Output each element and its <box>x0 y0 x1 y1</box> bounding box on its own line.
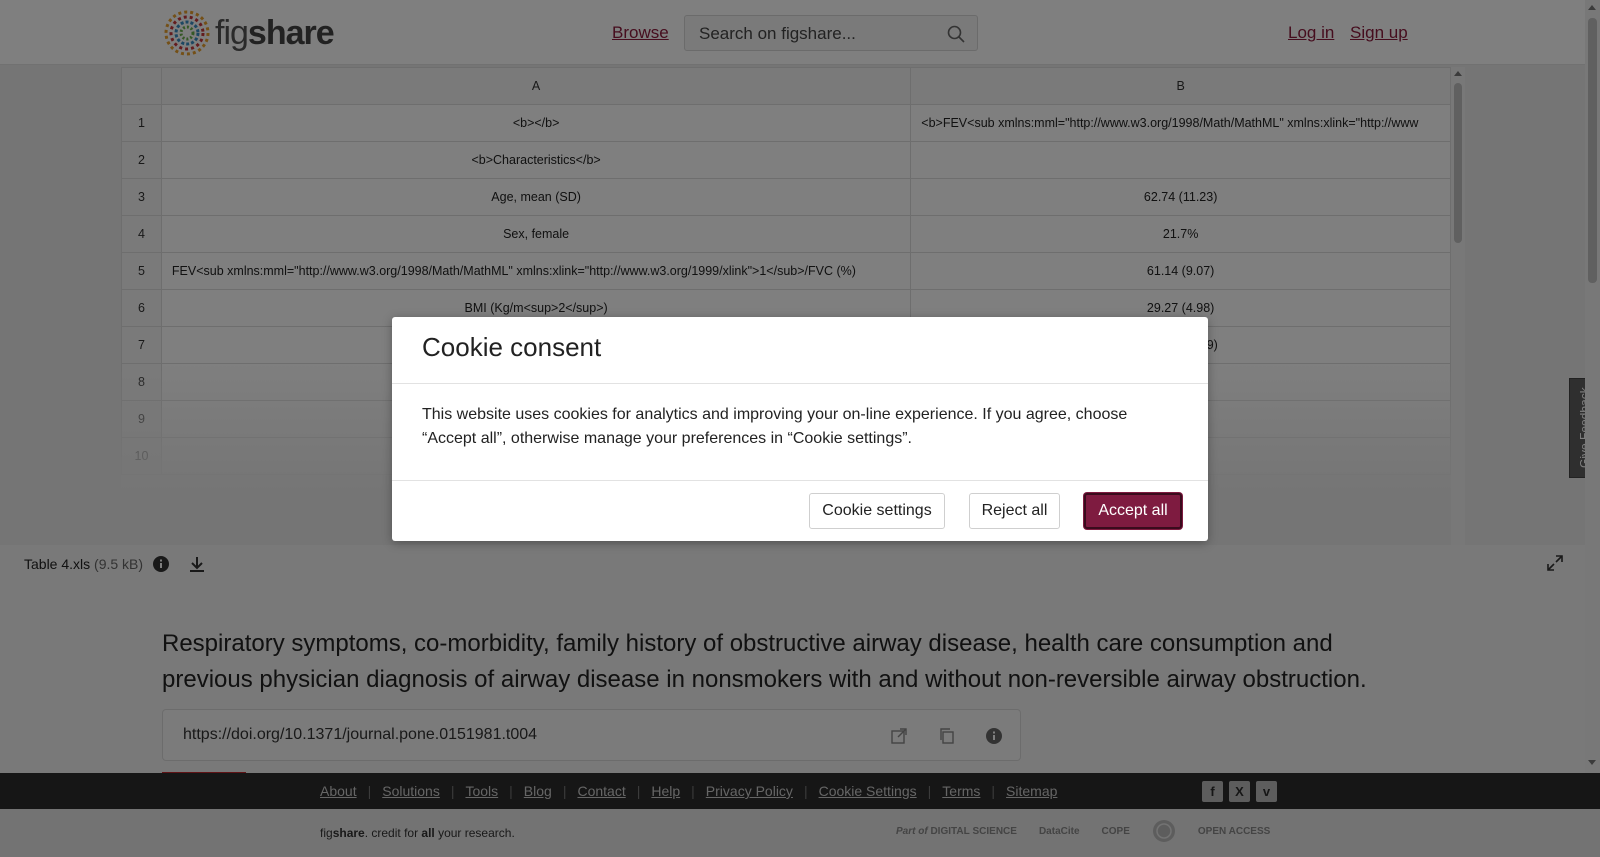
dialog-body: This website uses cookies for analytics … <box>422 406 1128 447</box>
cookie-settings-button[interactable]: Cookie settings <box>809 493 945 529</box>
dialog-divider-bottom <box>392 480 1208 481</box>
accept-all-button[interactable]: Accept all <box>1084 493 1182 529</box>
dialog-divider-top <box>392 383 1208 384</box>
dialog-title: Cookie consent <box>422 332 602 362</box>
cookie-consent-dialog: Cookie consent This website uses cookies… <box>392 317 1208 541</box>
reject-all-button[interactable]: Reject all <box>969 493 1060 529</box>
